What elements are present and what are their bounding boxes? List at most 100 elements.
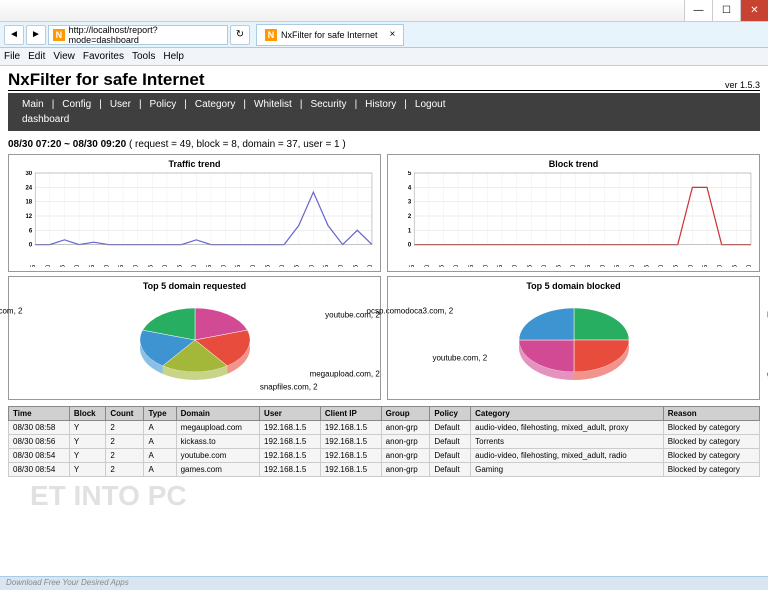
table-cell: 192.168.1.5 — [260, 434, 321, 448]
menu-item-file[interactable]: File — [4, 51, 20, 62]
nav-item-policy[interactable]: Policy — [144, 97, 183, 112]
table-cell: audio-video, filehosting, mixed_adult, r… — [471, 448, 664, 462]
table-cell: anon-grp — [381, 462, 430, 476]
table-cell: 192.168.1.5 — [260, 462, 321, 476]
pie-label: secure-a.vimeocdn.com, 2 — [0, 306, 22, 315]
window-close-button[interactable]: ✕ — [740, 0, 768, 21]
nav-item-config[interactable]: Config — [56, 97, 97, 112]
nav-item-whitelist[interactable]: Whitelist — [248, 97, 298, 112]
svg-text:07:40: 07:40 — [75, 264, 81, 267]
nav-item-dashboard[interactable]: dashboard — [16, 112, 75, 127]
svg-text:09:00: 09:00 — [309, 264, 315, 267]
table-row[interactable]: 08/30 08:56Y2Akickass.to192.168.1.5192.1… — [9, 434, 760, 448]
table-cell: 08/30 08:58 — [9, 420, 70, 434]
nav-separator: | — [50, 97, 57, 112]
nav-item-logout[interactable]: Logout — [409, 97, 452, 112]
nav-item-main[interactable]: Main — [16, 97, 50, 112]
window-titlebar: — ☐ ✕ — [0, 0, 768, 22]
table-cell: 2 — [106, 462, 144, 476]
table-cell: Default — [430, 462, 471, 476]
table-cell: Default — [430, 434, 471, 448]
nav-item-history[interactable]: History — [359, 97, 402, 112]
table-header: Block — [69, 406, 106, 420]
table-cell: Y — [69, 434, 106, 448]
svg-text:07:45: 07:45 — [90, 264, 96, 267]
svg-text:24: 24 — [25, 185, 32, 191]
nav-separator: | — [298, 97, 305, 112]
table-cell: anon-grp — [381, 420, 430, 434]
nav-item-security[interactable]: Security — [304, 97, 352, 112]
line-charts-row: Traffic trend 061218243007:2507:3007:350… — [8, 154, 760, 272]
svg-text:08:00: 08:00 — [134, 264, 140, 267]
svg-text:2: 2 — [408, 214, 412, 220]
svg-text:3: 3 — [408, 200, 412, 206]
window-minimize-button[interactable]: — — [684, 0, 712, 21]
svg-text:09:05: 09:05 — [703, 264, 709, 267]
svg-text:08:45: 08:45 — [265, 264, 271, 267]
table-row[interactable]: 08/30 08:58Y2Amegaupload.com192.168.1.51… — [9, 420, 760, 434]
svg-text:08:45: 08:45 — [644, 264, 650, 267]
favicon-icon: N — [53, 29, 65, 41]
table-cell: A — [144, 420, 176, 434]
table-row[interactable]: 08/30 08:54Y2Ayoutube.com192.168.1.5192.… — [9, 448, 760, 462]
forward-button[interactable]: ► — [26, 25, 46, 45]
svg-text:07:55: 07:55 — [119, 264, 125, 267]
svg-text:07:35: 07:35 — [439, 264, 445, 267]
menu-item-tools[interactable]: Tools — [132, 51, 155, 62]
chart-title: Top 5 domain blocked — [392, 281, 755, 291]
svg-text:08:55: 08:55 — [295, 264, 301, 267]
url-input[interactable]: N http://localhost/report?mode=dashboard — [48, 25, 228, 45]
nav-separator: | — [353, 97, 360, 112]
nav-item-user[interactable]: User — [104, 97, 137, 112]
nav-item-category[interactable]: Category — [189, 97, 242, 112]
menu-item-help[interactable]: Help — [163, 51, 184, 62]
table-header: Policy — [430, 406, 471, 420]
tab-close-icon[interactable]: × — [390, 29, 396, 40]
nav-separator: | — [241, 97, 248, 112]
table-cell: Y — [69, 420, 106, 434]
svg-text:5: 5 — [408, 171, 412, 177]
pie-label: youtube.com, 2 — [325, 311, 380, 320]
table-cell: Y — [69, 462, 106, 476]
svg-text:08:10: 08:10 — [542, 264, 548, 267]
svg-text:08:50: 08:50 — [280, 264, 286, 267]
table-cell: 192.168.1.5 — [320, 448, 381, 462]
menu-item-edit[interactable]: Edit — [28, 51, 45, 62]
table-cell: A — [144, 434, 176, 448]
svg-text:6: 6 — [29, 228, 33, 234]
svg-text:08:20: 08:20 — [192, 264, 198, 267]
window-maximize-button[interactable]: ☐ — [712, 0, 740, 21]
svg-text:08:50: 08:50 — [659, 264, 665, 267]
tab-title: NxFilter for safe Internet — [281, 30, 378, 40]
tab-favicon-icon: N — [265, 29, 277, 41]
svg-text:09:15: 09:15 — [732, 264, 738, 267]
svg-text:07:45: 07:45 — [469, 264, 475, 267]
table-cell: Blocked by category — [663, 434, 759, 448]
menu-item-favorites[interactable]: Favorites — [83, 51, 124, 62]
block-trend-chart: Block trend 01234507:2507:3007:3507:4007… — [387, 154, 760, 272]
svg-text:08:25: 08:25 — [586, 264, 592, 267]
table-cell: Blocked by category — [663, 462, 759, 476]
svg-text:08:15: 08:15 — [557, 264, 563, 267]
back-button[interactable]: ◄ — [4, 25, 24, 45]
chart-title: Block trend — [392, 159, 755, 169]
pie-label: snapfiles.com, 2 — [260, 382, 318, 391]
browser-tab[interactable]: N NxFilter for safe Internet × — [256, 24, 404, 46]
nav-separator: | — [97, 97, 104, 112]
svg-text:08:35: 08:35 — [236, 264, 242, 267]
nav-separator: | — [402, 97, 409, 112]
refresh-button[interactable]: ↻ — [230, 25, 250, 45]
menu-item-view[interactable]: View — [53, 51, 75, 62]
menu-bar: File Edit View Favorites Tools Help — [0, 48, 768, 66]
svg-text:08:55: 08:55 — [674, 264, 680, 267]
table-cell: 192.168.1.5 — [320, 462, 381, 476]
svg-text:08:40: 08:40 — [251, 264, 257, 267]
table-row[interactable]: 08/30 08:54Y2Agames.com192.168.1.5192.16… — [9, 462, 760, 476]
svg-text:09:10: 09:10 — [339, 264, 345, 267]
nav-separator: | — [137, 97, 144, 112]
table-cell: youtube.com — [176, 448, 259, 462]
svg-text:09:15: 09:15 — [353, 264, 359, 267]
svg-text:08:30: 08:30 — [601, 264, 607, 267]
table-header: Reason — [663, 406, 759, 420]
table-header: Client IP — [320, 406, 381, 420]
